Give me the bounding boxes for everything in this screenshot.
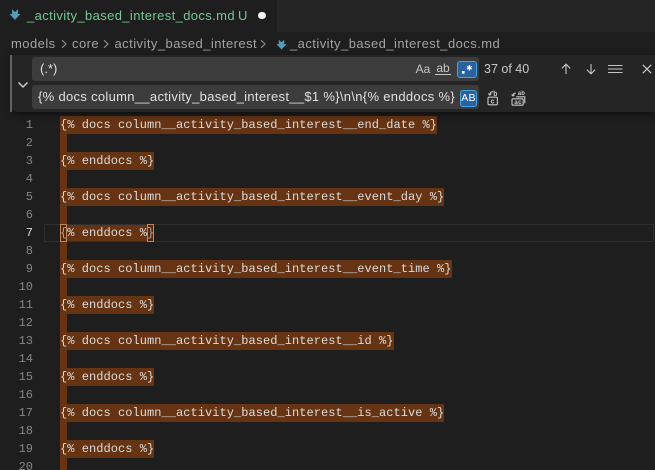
svg-text:ac: ac <box>514 99 522 106</box>
svg-text:b: b <box>493 91 497 99</box>
svg-text:ab: ab <box>518 90 526 97</box>
svg-text:c: c <box>491 99 495 106</box>
